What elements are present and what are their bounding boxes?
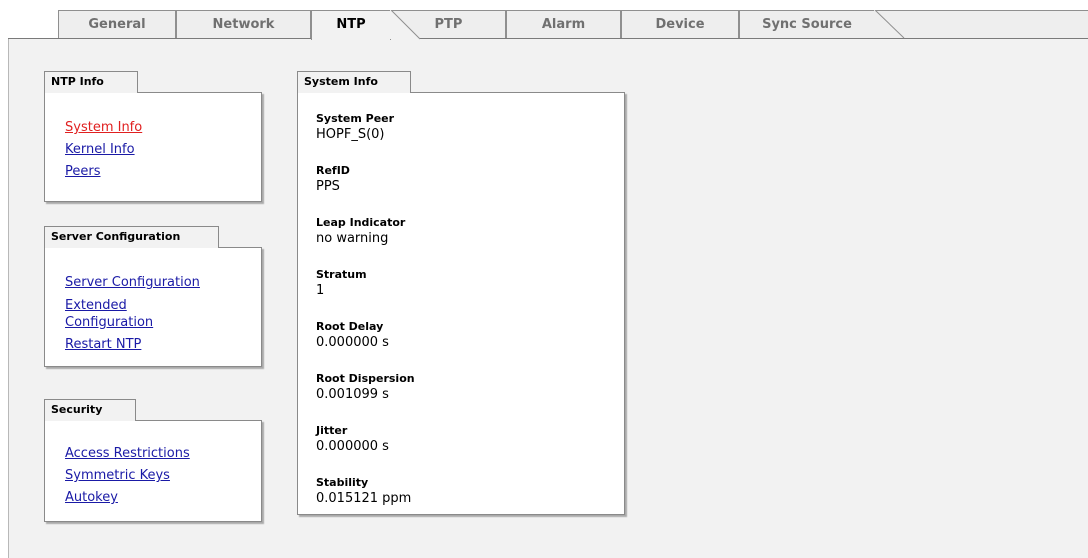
info-value: 1 xyxy=(316,283,325,298)
info-value: HOPF_S(0) xyxy=(316,127,385,142)
info-stratum: Stratum 1 xyxy=(316,268,616,318)
tab-ntp[interactable]: NTP xyxy=(311,10,391,40)
link-system-info[interactable]: System Info xyxy=(65,117,142,139)
system-info-box: System Peer HOPF_S(0) RefID PPS Leap Ind… xyxy=(297,92,625,515)
security-title: Security xyxy=(44,399,136,421)
tab-alarm[interactable]: Alarm xyxy=(506,10,621,38)
info-jitter: Jitter 0.000000 s xyxy=(316,424,616,474)
link-extended-configuration[interactable]: Extended Configuration xyxy=(65,297,185,331)
link-server-configuration[interactable]: Server Configuration xyxy=(65,272,200,294)
ntp-info-box: System Info Kernel Info Peers xyxy=(44,92,262,202)
info-label: Jitter xyxy=(316,424,348,437)
security-box: Access Restrictions Symmetric Keys Autok… xyxy=(44,420,262,522)
server-config-links: Server Configuration Extended Configurat… xyxy=(65,272,200,356)
ntp-info-links: System Info Kernel Info Peers xyxy=(65,117,142,183)
server-config-box: Server Configuration Extended Configurat… xyxy=(44,247,262,367)
tab-ntp-corner xyxy=(390,10,421,40)
info-label: RefID xyxy=(316,164,350,177)
tab-general[interactable]: General xyxy=(58,10,176,38)
system-info-title: System Info xyxy=(297,71,411,93)
info-label: Root Delay xyxy=(316,320,384,333)
link-symmetric-keys[interactable]: Symmetric Keys xyxy=(65,465,190,487)
info-system-peer: System Peer HOPF_S(0) xyxy=(316,112,616,162)
info-refid: RefID PPS xyxy=(316,164,616,214)
server-config-title: Server Configuration xyxy=(44,226,219,248)
info-root-dispersion: Root Dispersion 0.001099 s xyxy=(316,372,616,422)
info-label: Stability xyxy=(316,476,369,489)
info-value: 0.000000 s xyxy=(316,439,389,454)
info-value: 0.001099 s xyxy=(316,387,389,402)
link-peers[interactable]: Peers xyxy=(65,161,142,183)
security-links: Access Restrictions Symmetric Keys Autok… xyxy=(65,443,190,509)
info-value: no warning xyxy=(316,231,389,246)
info-label: System Peer xyxy=(316,112,395,125)
info-stability: Stability 0.015121 ppm xyxy=(316,476,616,526)
info-value: 0.000000 s xyxy=(316,335,389,350)
system-info-list: System Peer HOPF_S(0) RefID PPS Leap Ind… xyxy=(316,110,616,526)
tab-network[interactable]: Network xyxy=(176,10,311,38)
content-area: NTP Info System Info Kernel Info Peers S… xyxy=(8,39,1088,558)
info-leap-indicator: Leap Indicator no warning xyxy=(316,216,616,266)
tab-sync-source-corner xyxy=(874,10,905,39)
info-label: Stratum xyxy=(316,268,367,281)
tab-device[interactable]: Device xyxy=(621,10,739,38)
info-value: 0.015121 ppm xyxy=(316,491,412,506)
link-restart-ntp[interactable]: Restart NTP xyxy=(65,334,200,356)
page: General Network NTP PTP Alarm Device Syn… xyxy=(0,0,1088,558)
info-root-delay: Root Delay 0.000000 s xyxy=(316,320,616,370)
tab-sync-source[interactable]: Sync Source xyxy=(739,10,875,38)
link-kernel-info[interactable]: Kernel Info xyxy=(65,139,142,161)
info-label: Leap Indicator xyxy=(316,216,406,229)
info-label: Root Dispersion xyxy=(316,372,415,385)
link-autokey[interactable]: Autokey xyxy=(65,487,190,509)
ntp-info-title: NTP Info xyxy=(44,71,138,93)
link-access-restrictions[interactable]: Access Restrictions xyxy=(65,443,190,465)
info-value: PPS xyxy=(316,179,340,194)
